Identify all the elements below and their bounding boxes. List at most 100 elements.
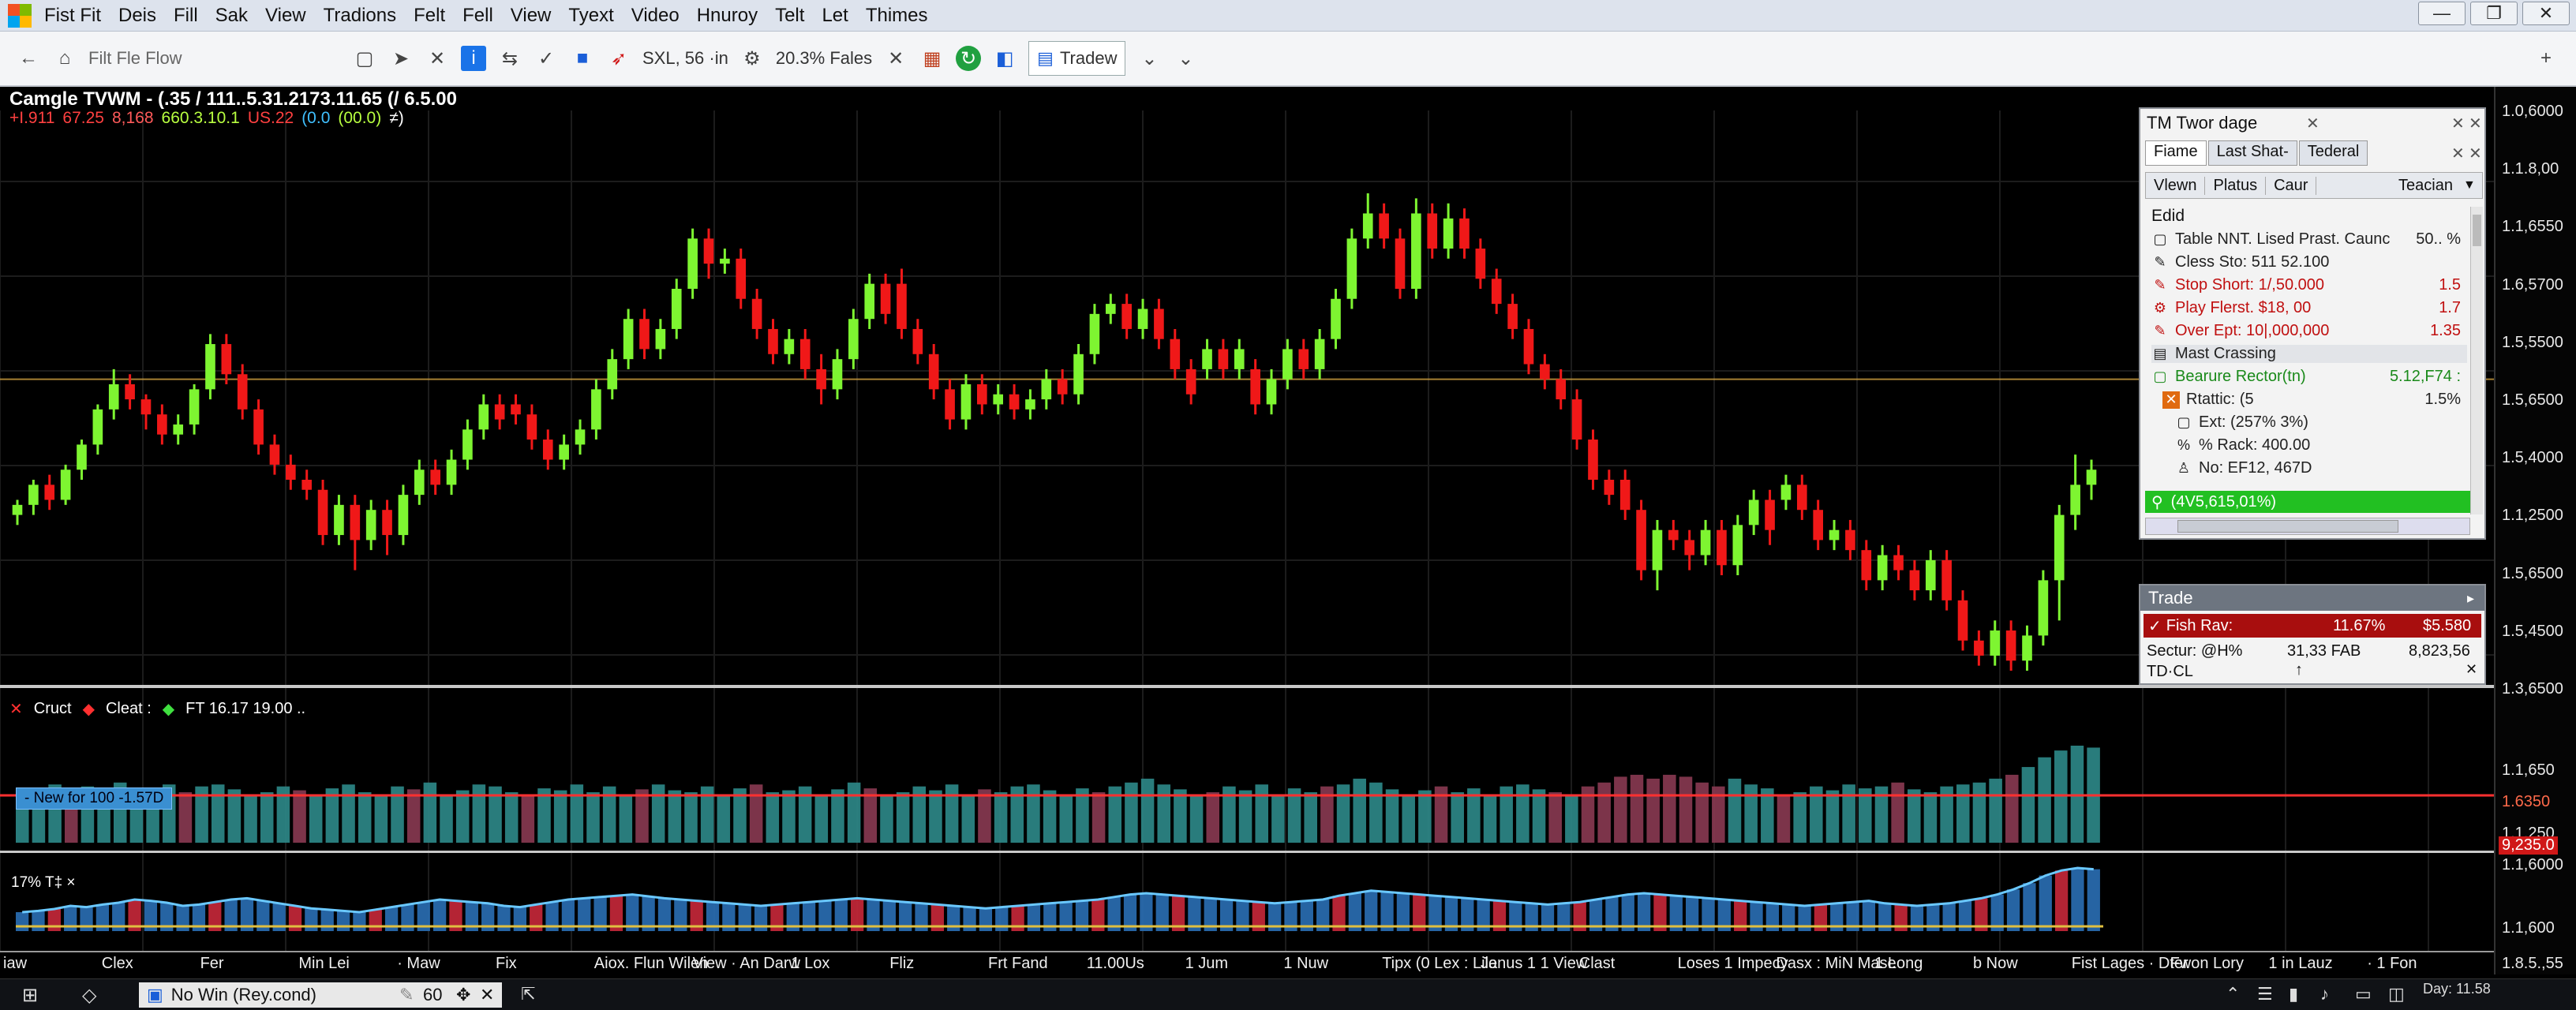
notification-icon[interactable]: ◫ xyxy=(2388,984,2405,1004)
candle-body[interactable] xyxy=(848,319,859,360)
menu-item-3[interactable]: Sak xyxy=(215,5,248,27)
candle-body[interactable] xyxy=(945,389,955,420)
menu-item-1[interactable]: Deis xyxy=(118,5,156,27)
pane-divider-2[interactable] xyxy=(0,851,2494,853)
candle-body[interactable] xyxy=(60,469,71,500)
minimize-button[interactable]: — xyxy=(2418,2,2466,25)
tab-tederal[interactable]: Tederal xyxy=(2298,140,2368,166)
selected-row[interactable]: ⚲ (4V5,615,01%) xyxy=(2145,491,2470,513)
arrow-up-icon[interactable]: ↑ xyxy=(2295,661,2303,679)
candle-body[interactable] xyxy=(1346,238,1357,299)
candle-body[interactable] xyxy=(2038,580,2049,636)
candle-body[interactable] xyxy=(1331,298,1341,339)
address-field[interactable]: Filt Fle Flow xyxy=(88,41,246,76)
candle-body[interactable] xyxy=(2054,514,2065,581)
candle-body[interactable] xyxy=(398,495,409,536)
candle-body[interactable] xyxy=(1813,510,1823,541)
menu-item-7[interactable]: Fell xyxy=(462,5,493,27)
panel-row-3[interactable]: ⚙ Play Flerst. $18, 00 xyxy=(2151,299,2311,317)
back-arrow-icon[interactable]: ← xyxy=(16,46,41,71)
panel-row-6[interactable]: ▢ Bearure Rector(tn) xyxy=(2151,368,2305,386)
vertical-scrollbar[interactable] xyxy=(2470,207,2483,514)
menu-item-9[interactable]: Tyext xyxy=(568,5,613,27)
candle-body[interactable] xyxy=(125,384,135,400)
candle-body[interactable] xyxy=(1170,339,1181,369)
refresh-icon[interactable]: ↻ xyxy=(956,46,982,71)
candle-body[interactable] xyxy=(1700,529,1711,556)
subtab-vlewn[interactable]: Vlewn xyxy=(2146,176,2206,195)
cross-icon[interactable]: ✕ xyxy=(9,699,23,719)
candle-body[interactable] xyxy=(28,484,39,505)
candle-body[interactable] xyxy=(897,283,907,329)
candle-body[interactable] xyxy=(880,283,891,314)
panel-row-7[interactable]: ✕ Rtattic: (5 xyxy=(2162,391,2254,409)
layers-icon[interactable]: ◧ xyxy=(992,46,1017,71)
candle-body[interactable] xyxy=(607,359,618,390)
horizontal-scrollbar[interactable] xyxy=(2145,518,2470,535)
tab-fiame[interactable]: Fiame xyxy=(2145,140,2207,166)
trade-row-fish[interactable]: ✓ Fish Rav: 11.67% $5.580 xyxy=(2144,614,2481,638)
taskbar-clock[interactable]: Day: 11.58 xyxy=(2423,981,2491,997)
candle-body[interactable] xyxy=(494,404,505,420)
page-icon[interactable]: ▢ xyxy=(352,46,377,71)
candle-body[interactable] xyxy=(108,384,119,410)
menu-item-6[interactable]: Felt xyxy=(414,5,445,27)
candle-body[interactable] xyxy=(205,344,215,390)
price-axis[interactable]: 1.0,6000 1.1.8,00 1.1,6550 1.6,5700 1.5,5500… xyxy=(2494,87,2576,974)
menu-item-14[interactable]: Thimes xyxy=(866,5,928,27)
close-icon-3[interactable]: ✕ xyxy=(2469,114,2482,133)
close-tab-icon[interactable]: ✕ xyxy=(425,46,450,71)
close-icon-4[interactable]: ✕ xyxy=(2451,144,2465,163)
candle-body[interactable] xyxy=(1314,339,1325,369)
candle-body[interactable] xyxy=(623,319,634,360)
scrollbar-thumb[interactable] xyxy=(2177,520,2398,533)
candle-body[interactable] xyxy=(478,404,489,430)
candle-body[interactable] xyxy=(253,409,264,445)
candle-body[interactable] xyxy=(1379,213,1389,239)
calendar-icon[interactable]: ▦ xyxy=(919,46,945,71)
candle-body[interactable] xyxy=(1748,499,1759,526)
volume-tag[interactable]: - New for 100 -1.57D xyxy=(16,787,173,810)
candle-body[interactable] xyxy=(864,283,875,320)
pane-divider-1[interactable] xyxy=(0,685,2494,688)
panel-row-1[interactable]: ✎ Cless Sto: 511 52.100 xyxy=(2151,253,2329,271)
candle-body[interactable] xyxy=(173,424,184,435)
candle-body[interactable] xyxy=(1668,529,1679,541)
candle-body[interactable] xyxy=(365,510,376,541)
panel-row-10[interactable]: ♙ No: EF12, 467D xyxy=(2175,459,2312,477)
candle-body[interactable] xyxy=(430,469,440,485)
candle-body[interactable] xyxy=(1250,368,1260,405)
candle-body[interactable] xyxy=(1507,304,1518,329)
candle-body[interactable] xyxy=(1185,368,1196,395)
symbol-selector[interactable]: SXL, 56 ·in xyxy=(642,41,728,76)
candle-body[interactable] xyxy=(1491,279,1502,305)
candle-body[interactable] xyxy=(720,258,730,264)
candle-body[interactable] xyxy=(269,444,280,465)
candle-body[interactable] xyxy=(977,384,987,405)
arrow-right-icon[interactable]: ▸ xyxy=(2467,590,2474,607)
candle-body[interactable] xyxy=(993,394,1004,405)
candle-body[interactable] xyxy=(1540,364,1550,380)
candle-body[interactable] xyxy=(1861,550,1872,581)
chevron-down-icon[interactable]: ⌄ xyxy=(1136,46,1162,71)
candle-body[interactable] xyxy=(1588,440,1598,480)
swap-icon[interactable]: ⇆ xyxy=(497,46,522,71)
candle-body[interactable] xyxy=(1073,354,1084,395)
candle-body[interactable] xyxy=(687,238,698,289)
settings-icon[interactable]: ⚙ xyxy=(739,46,765,71)
candle-body[interactable] xyxy=(1523,328,1534,365)
candle-body[interactable] xyxy=(832,359,843,390)
candle-body[interactable] xyxy=(1362,213,1373,239)
candle-body[interactable] xyxy=(768,328,778,354)
candle-body[interactable] xyxy=(350,504,361,541)
close-icon-5[interactable]: ✕ xyxy=(2469,144,2482,163)
candle-body[interactable] xyxy=(1411,213,1421,289)
candle-body[interactable] xyxy=(1845,529,1855,551)
candle-body[interactable] xyxy=(1025,399,1035,410)
candle-body[interactable] xyxy=(1652,529,1663,570)
candle-body[interactable] xyxy=(317,489,328,536)
candle-body[interactable] xyxy=(1105,304,1116,314)
panel-row-0[interactable]: ▢ Table NNT. Lised Prast. Caunc xyxy=(2151,230,2390,249)
maximize-button[interactable]: ❐ xyxy=(2470,2,2518,25)
candle-body[interactable] xyxy=(1266,379,1277,405)
